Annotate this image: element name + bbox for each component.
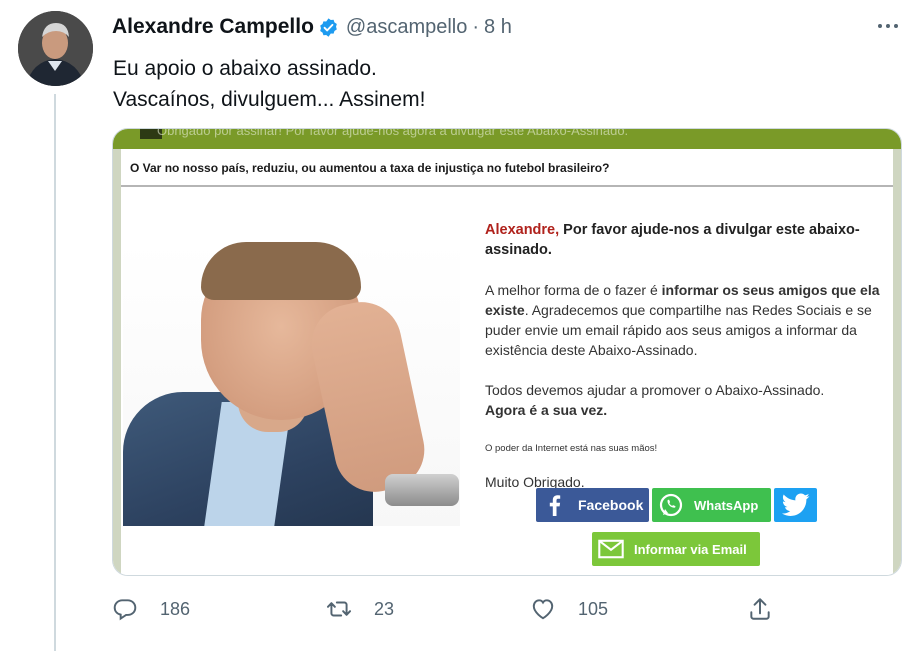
header-strip-text: Obrigado por assinar! Por favor ajude-no… (157, 128, 629, 138)
twitter-bird-icon (781, 493, 810, 516)
petition-message: Alexandre, Por favor ajude-nos a divulga… (485, 220, 885, 492)
reply-count: 186 (160, 598, 191, 619)
petition-question: O Var no nosso país, reduziu, ou aumento… (130, 161, 610, 175)
reply-button[interactable]: 186 (112, 593, 190, 625)
tweet-text: Eu apoio o abaixo assinado. Vascaínos, d… (113, 53, 425, 115)
whatsapp-icon (658, 492, 684, 518)
retweet-button[interactable]: 23 (326, 593, 394, 625)
divider (121, 185, 893, 187)
more-options-icon[interactable] (875, 16, 901, 36)
email-share-button[interactable]: Informar via Email (592, 532, 760, 566)
facebook-icon (542, 492, 568, 518)
reply-icon (113, 599, 137, 621)
verified-badge-icon (320, 17, 337, 37)
message-title: Alexandre, Por favor ajude-nos a divulga… (485, 220, 885, 260)
envelope-icon (598, 536, 624, 562)
screenshot-border-right (893, 149, 901, 575)
message-paragraph: Todos devemos ajudar a promover o Abaixo… (485, 382, 825, 418)
facebook-share-button[interactable]: Facebook (536, 488, 649, 522)
thread-line (54, 94, 56, 651)
retweet-icon (326, 601, 352, 617)
whatsapp-share-button[interactable]: WhatsApp (652, 488, 771, 522)
screenshot-border-left (113, 149, 121, 575)
media-card[interactable]: Obrigado por assinar! Por favor ajude-no… (112, 128, 902, 576)
heart-icon (532, 599, 554, 620)
tweet-timestamp[interactable]: 8 h (484, 16, 512, 39)
tweet-header: Alexandre Campello @ascampello · 8 h (112, 12, 512, 42)
retweet-count: 23 (374, 598, 395, 619)
separator-dot: · (472, 15, 480, 38)
screenshot-content: O Var no nosso país, reduziu, ou aumento… (121, 149, 893, 575)
like-button[interactable]: 105 (530, 593, 608, 625)
share-button[interactable] (747, 593, 773, 625)
message-paragraph: A melhor forma de o fazer é informar os … (485, 282, 880, 358)
tweet-line: Vascaínos, divulguem... Assinem! (113, 88, 426, 111)
twitter-share-button[interactable] (774, 488, 817, 522)
tweet-actions: 186 23 105 (112, 593, 900, 625)
man-photo (123, 242, 460, 526)
share-icon (750, 598, 770, 620)
tweet-line: Eu apoio o abaixo assinado. (113, 57, 377, 80)
avatar[interactable] (18, 11, 93, 86)
author-name[interactable]: Alexandre Campello (112, 15, 314, 39)
internet-note: O poder da Internet está nas suas mãos! (485, 443, 658, 454)
like-count: 105 (578, 598, 609, 619)
user-name: Alexandre, (485, 222, 560, 238)
author-handle[interactable]: @ascampello (346, 16, 467, 39)
screenshot-header-bar: Obrigado por assinar! Por favor ajude-no… (113, 129, 901, 149)
